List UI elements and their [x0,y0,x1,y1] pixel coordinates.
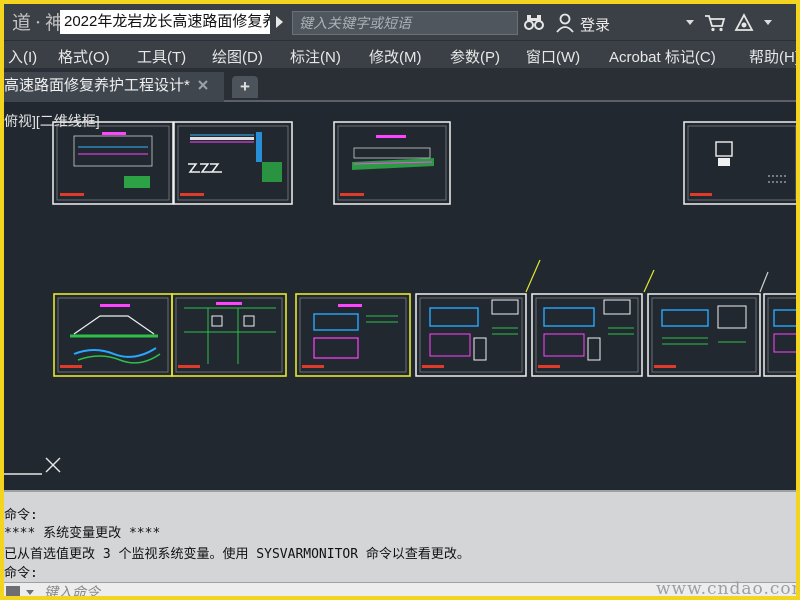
drawing-sheet[interactable] [295,293,411,377]
menu-parametric[interactable]: 参数(P) [450,46,500,67]
command-line: 已从首选值更改 3 个监视系统变量。使用 SYSVARMONITOR 命令以查看… [4,547,470,562]
site-watermark: www.cndao.com [656,579,800,599]
ucs-icon [4,457,61,475]
binoculars-icon[interactable] [524,14,544,30]
document-tab-bar: 高速路面修复养护工程设计* + [4,68,796,102]
menu-bar: 入(I) 格式(O) 工具(T) 绘图(D) 标注(N) 修改(M) 参数(P)… [4,40,796,68]
expand-arrow-icon[interactable] [276,16,283,28]
drawing-sheet[interactable] [531,293,643,377]
user-icon[interactable] [556,13,574,33]
search-input[interactable]: 键入关键字或短语 [292,11,518,35]
command-input[interactable] [44,583,604,596]
menu-window[interactable]: 窗口(W) [526,46,580,67]
drawing-sheet[interactable] [333,121,451,205]
leader-line [525,259,541,293]
drawing-sheet[interactable] [53,293,173,377]
document-title: 2022年龙岩龙长高速路面修复养... [60,10,270,34]
command-input-row: www.cndao.com [4,579,796,596]
command-line: 命令: [4,508,38,523]
menu-insert[interactable]: 入(I) [8,46,37,67]
model-space[interactable] [4,102,796,490]
drawing-sheet[interactable] [171,293,287,377]
new-tab-button[interactable]: + [232,76,258,98]
title-bar: 道·神 2022年龙岩龙长高速路面修复养... 键入关键字或短语 登录 [4,4,796,40]
autocad-window: 道·神 2022年龙岩龙长高速路面修复养... 键入关键字或短语 登录 入(I)… [0,0,800,600]
drawing-sheet[interactable] [52,121,174,205]
chevron-down-icon[interactable] [764,20,772,25]
drawing-sheet[interactable] [415,293,527,377]
menu-dimension[interactable]: 标注(N) [290,46,341,67]
chevron-down-icon[interactable] [26,590,34,595]
login-button[interactable]: 登录 [580,14,610,35]
a360-icon[interactable] [734,13,754,33]
command-line: **** 系统变量更改 **** [4,526,161,541]
viewport-controls-label[interactable]: 俯视][二维线框] [4,111,100,131]
cart-icon[interactable] [704,14,726,32]
tab-document[interactable]: 高速路面修复养护工程设计* [4,72,224,102]
drawing-sheet[interactable] [763,293,796,377]
drawing-sheet[interactable] [647,293,761,377]
menu-format[interactable]: 格式(O) [58,46,110,67]
drawing-canvas[interactable]: 俯视][二维线框] [4,102,796,490]
drawing-sheet[interactable] [683,121,796,205]
drawing-sheet[interactable] [173,121,293,205]
command-history: 命令: **** 系统变量更改 **** 已从首选值更改 3 个监视系统变量。使… [4,490,796,582]
close-icon[interactable] [197,79,209,91]
menu-modify[interactable]: 修改(M) [369,46,422,67]
menu-help[interactable]: 帮助(H) [749,46,796,67]
command-line: 命令: [4,566,38,581]
leader-line [643,269,655,293]
command-prompt-icon[interactable] [6,586,20,596]
tab-label: 高速路面修复养护工程设计* [4,77,190,94]
menu-tools[interactable]: 工具(T) [137,46,186,67]
leader-line [759,271,769,293]
menu-acrobat[interactable]: Acrobat 标记(C) [609,46,716,67]
chevron-down-icon[interactable] [686,20,694,25]
menu-draw[interactable]: 绘图(D) [212,46,263,67]
